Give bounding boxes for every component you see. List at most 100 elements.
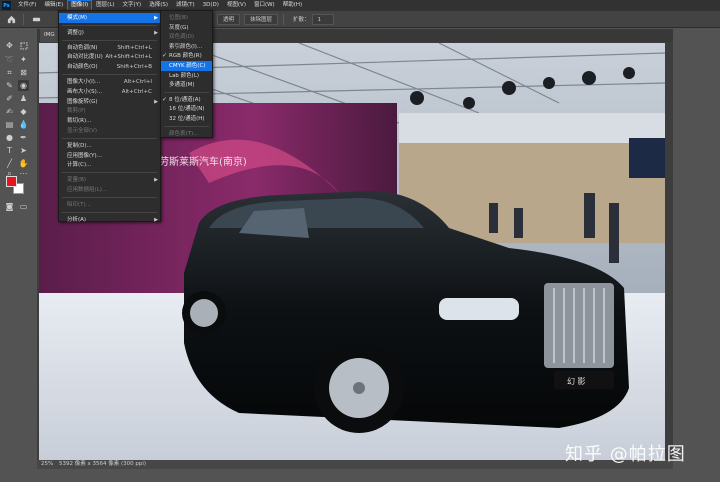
- menu-separator: [62, 196, 157, 198]
- erase-layer-button[interactable]: 抹除图层: [244, 13, 279, 25]
- menu-item-label: 16 位/通道(N): [169, 106, 205, 113]
- menu-item[interactable]: 计算(C)...: [59, 160, 160, 170]
- menu-separator: [62, 172, 157, 174]
- screen-mode-icon[interactable]: ▭: [18, 201, 29, 212]
- menu-item[interactable]: 自动颜色(O) Shift+Ctrl+B: [59, 62, 160, 72]
- photoshop-logo: Ps: [2, 1, 11, 10]
- transparent-button[interactable]: 透明: [217, 13, 241, 25]
- menu-item[interactable]: 裁切(R)...: [59, 116, 160, 126]
- menu-item[interactable]: 复制(D)...: [59, 141, 160, 151]
- home-icon[interactable]: [4, 12, 18, 26]
- gradient-tool-icon[interactable]: ▤: [4, 119, 15, 130]
- menu-item-label: RGB 颜色(R): [169, 53, 202, 60]
- frame-tool-icon[interactable]: ⊠: [18, 67, 29, 78]
- menu-item: 位图(B): [161, 13, 212, 23]
- menu-separator: [164, 125, 209, 127]
- lasso-tool-icon[interactable]: ➰: [4, 54, 15, 65]
- submenu-arrow-icon: ▶: [154, 216, 158, 223]
- menu-item[interactable]: 图像旋转(G) ▶: [59, 97, 160, 107]
- menu-item-label: 分析(A): [67, 216, 87, 223]
- divider: [283, 13, 285, 25]
- document-dimensions: 5392 像素 x 3564 像素 (300 ppi): [58, 461, 147, 467]
- menu-separator: [62, 74, 157, 75]
- menu-item-shortcut: Alt+Shift+Ctrl+L: [105, 54, 152, 61]
- menu-item-label: 裁剪(P): [67, 108, 86, 115]
- quick-mask-icon[interactable]: ◙: [4, 201, 15, 212]
- submenu-arrow-icon: ▶: [154, 98, 158, 105]
- pen-tool-icon[interactable]: ✒: [18, 132, 29, 143]
- menu-item[interactable]: ✓ RGB 颜色(R): [161, 51, 212, 61]
- plate-text: 幻 影: [567, 376, 586, 386]
- menu-item[interactable]: CMYK 颜色(C): [161, 61, 212, 71]
- crop-tool-icon[interactable]: ⌗: [4, 67, 15, 78]
- menu-item[interactable]: 索引颜色(I)...: [161, 42, 212, 52]
- menu-item-label: CMYK 颜色(C): [169, 63, 206, 69]
- menu-item[interactable]: 应用图像(Y)...: [59, 151, 160, 161]
- menu-item: 颜色表(T)...: [161, 129, 212, 139]
- foreground-color-swatch[interactable]: [6, 176, 17, 187]
- dodge-tool-icon[interactable]: ●: [4, 132, 15, 143]
- menu-item-label: 自动对比度(U): [67, 54, 103, 61]
- menu-item-label: 变量(B): [67, 177, 87, 184]
- submenu-arrow-icon: ▶: [154, 29, 158, 36]
- menu-10[interactable]: 帮助(H): [279, 0, 306, 11]
- menu-item[interactable]: 多通道(M): [161, 80, 212, 90]
- menu-item[interactable]: 32 位/通道(H): [161, 114, 212, 124]
- menu-item-label: 索引颜色(I)...: [169, 43, 203, 50]
- menu-item[interactable]: 自动对比度(U) Alt+Shift+Ctrl+L: [59, 52, 160, 62]
- tools-panel: ✥ ➰ ✦ ⌗ ⊠ ✎ ◉ ✐ ♟ ✍ ◆ ▤ 💧 ● ✒ T ➤ ╱ ✋ ⌕ …: [0, 38, 33, 482]
- menu-item[interactable]: 图像大小(I)... Alt+Ctrl+I: [59, 77, 160, 87]
- menu-item-label: 陷印(T)...: [67, 201, 91, 208]
- menu-item-label: Lab 颜色(L): [169, 72, 200, 79]
- submenu-arrow-icon: ▶: [154, 15, 158, 21]
- document-tab[interactable]: IMG: [40, 29, 59, 42]
- eraser-tool-icon[interactable]: [29, 12, 43, 26]
- menu-item-label: 32 位/通道(H): [169, 116, 205, 122]
- menu-item-shortcut: Shift+Ctrl+B: [116, 64, 152, 71]
- menu-item-label: 自动颜色(O): [67, 64, 98, 71]
- menu-0[interactable]: 文件(F): [14, 0, 40, 11]
- zoom-level[interactable]: 25%: [41, 461, 53, 467]
- menu-8[interactable]: 视图(V): [223, 0, 250, 11]
- menu-item-label: 计算(C)...: [67, 162, 92, 169]
- menu-9[interactable]: 窗口(W): [250, 0, 279, 11]
- menu-item-label: 8 位/通道(A): [169, 96, 201, 103]
- history-brush-icon[interactable]: ✍: [4, 106, 15, 117]
- menu-item: 双色调(D): [161, 32, 212, 42]
- menu-item[interactable]: 模式(M) ▶: [59, 13, 160, 23]
- menu-separator: [62, 137, 157, 139]
- move-tool-icon[interactable]: ✥: [4, 40, 15, 51]
- menu-item-label: 画布大小(S)...: [67, 88, 103, 95]
- menu-item[interactable]: 16 位/通道(N): [161, 104, 212, 114]
- eraser-icon[interactable]: ◆: [18, 106, 29, 117]
- more-tools-icon[interactable]: ⋯: [18, 168, 29, 179]
- stamp-tool-icon[interactable]: ♟: [18, 93, 29, 104]
- menu-item-label: 位图(B): [169, 15, 189, 21]
- type-tool-icon[interactable]: T: [4, 145, 15, 156]
- menu-item-label: 应用数据组(L)...: [67, 187, 108, 193]
- menu-item[interactable]: 画布大小(S)... Alt+Ctrl+C: [59, 87, 160, 97]
- blur-tool-icon[interactable]: 💧: [18, 119, 29, 130]
- menu-item[interactable]: 分析(A) ▶: [59, 215, 160, 225]
- menu-item[interactable]: 灰度(G): [161, 23, 212, 33]
- menu-item-label: 图像大小(I)...: [67, 79, 101, 85]
- healing-brush-icon[interactable]: ◉: [18, 80, 29, 91]
- magic-wand-icon[interactable]: ✦: [18, 54, 29, 65]
- menu-item[interactable]: 调整(J) ▶: [59, 28, 160, 38]
- menu-item[interactable]: ✓ 8 位/通道(A): [161, 95, 212, 105]
- checkmark-icon: ✓: [162, 52, 168, 60]
- menu-item-label: 颜色表(T)...: [169, 130, 199, 137]
- menu-item: 陷印(T)...: [59, 200, 160, 210]
- spread-input[interactable]: 1: [311, 13, 334, 25]
- path-selection-icon[interactable]: ➤: [18, 145, 29, 156]
- menu-item: 显示全部(V): [59, 126, 160, 136]
- menu-item-label: 裁切(R)...: [67, 118, 92, 125]
- eyedropper-icon[interactable]: ✎: [4, 80, 15, 91]
- marquee-tool-icon[interactable]: [18, 40, 29, 51]
- menu-item-shortcut: Alt+Ctrl+I: [123, 79, 152, 85]
- menu-item[interactable]: 自动色调(N) Shift+Ctrl+L: [59, 43, 160, 53]
- menu-item[interactable]: Lab 颜色(L): [161, 71, 212, 81]
- brush-tool-icon[interactable]: ✐: [4, 93, 15, 104]
- menu-item-label: 双色调(D): [169, 34, 195, 41]
- image-menu-dropdown: 模式(M) ▶ 调整(J) ▶ 自动色调(N) Shift+Ctrl+L 自动对比度(U) A…: [58, 10, 161, 225]
